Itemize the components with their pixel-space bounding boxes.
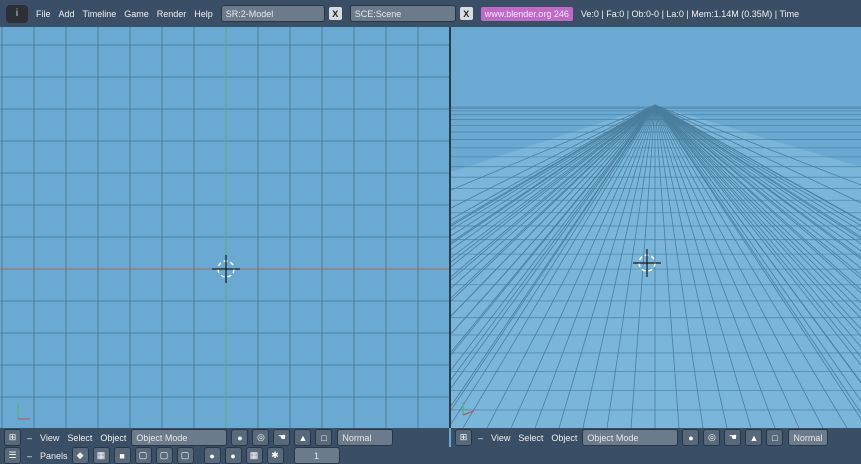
editor-type-icon[interactable]: ⊞	[4, 429, 21, 446]
object-context-icon[interactable]: ▢	[134, 447, 152, 464]
shading-label: Normal	[793, 432, 823, 443]
frame-counter[interactable]: 1	[293, 447, 340, 464]
mode-select[interactable]: Object Mode	[131, 429, 228, 446]
translate-icon[interactable]: ▲	[294, 429, 312, 446]
collapse-icon[interactable]: –	[478, 433, 483, 443]
screen-close-button[interactable]: X	[328, 7, 342, 20]
draw-type-icon[interactable]: ●	[682, 429, 700, 446]
logic-icon[interactable]: ◆	[71, 447, 89, 464]
menu-object[interactable]: Object	[551, 433, 577, 443]
screen-selector[interactable]: SR:2-Model	[220, 5, 325, 22]
menu-view[interactable]: View	[40, 433, 59, 443]
panels-label[interactable]: Panels	[40, 451, 68, 461]
editing-context-icon[interactable]: ▢	[155, 447, 173, 464]
layer-icon[interactable]: □	[315, 429, 333, 446]
menu-game[interactable]: Game	[124, 9, 149, 19]
collapse-icon[interactable]: –	[27, 451, 32, 461]
frame-value: 1	[314, 450, 320, 461]
mode-select[interactable]: Object Mode	[582, 429, 679, 446]
shading-select[interactable]: Normal	[337, 429, 394, 446]
menu-file[interactable]: File	[36, 9, 51, 19]
grid-lines	[0, 27, 449, 428]
scene-selector[interactable]: SCE:Scene	[349, 5, 456, 22]
menu-select[interactable]: Select	[67, 433, 92, 443]
draw-type-icon[interactable]: ●	[231, 429, 249, 446]
texture-icon[interactable]: ▦	[245, 447, 263, 464]
axis-gizmo-icon	[17, 404, 30, 420]
blender-logo-icon[interactable]: i	[6, 4, 28, 23]
menu-help[interactable]: Help	[194, 9, 213, 19]
pivot-icon[interactable]: ◎	[252, 429, 270, 446]
left-3d-viewport[interactable]	[0, 27, 449, 428]
scene-name: SCE:Scene	[354, 8, 402, 19]
blender-url-badge[interactable]: www.blender.org 246	[480, 6, 573, 21]
top-menu-bar: i File Add Timeline Game Render Help SR:…	[0, 0, 861, 27]
left-view-header: ⊞ – View Select Object Object Mode ● ◎ ☚…	[0, 428, 449, 447]
3d-cursor-icon	[212, 255, 240, 283]
layer-icon[interactable]: □	[766, 429, 784, 446]
perspective-grid	[451, 104, 861, 428]
menu-select[interactable]: Select	[518, 433, 543, 443]
buttons-window-header: ☰ – Panels ◆ ▦ ■ ▢ ▢ ▢ ● ● ▦ ✱ 1	[0, 447, 861, 464]
shading-label: Normal	[342, 432, 372, 443]
scene-context-icon[interactable]: ▢	[176, 447, 194, 464]
menu-timeline[interactable]: Timeline	[83, 9, 117, 19]
right-view-header: ⊞ – View Select Object Object Mode ● ◎ ☚…	[451, 428, 861, 447]
translate-icon[interactable]: ▲	[745, 429, 763, 446]
pivot-icon[interactable]: ◎	[703, 429, 721, 446]
menu-render[interactable]: Render	[157, 9, 187, 19]
mode-label: Object Mode	[136, 432, 188, 443]
menu-object[interactable]: Object	[100, 433, 126, 443]
menu-add[interactable]: Add	[59, 9, 75, 19]
collapse-icon[interactable]: –	[27, 433, 32, 443]
shading-context-icon[interactable]: ■	[113, 447, 131, 464]
ortho-grid	[0, 27, 449, 428]
right-3d-viewport[interactable]	[451, 27, 861, 428]
editor-type-icon[interactable]: ☰	[4, 447, 21, 464]
scene-stats: Ve:0 | Fa:0 | Ob:0-0 | La:0 | Mem:1.14M …	[580, 8, 800, 19]
manipulator-icon[interactable]: ☚	[724, 429, 742, 446]
shading-select[interactable]: Normal	[788, 429, 829, 446]
world-icon[interactable]: ✱	[266, 447, 284, 464]
mode-label: Object Mode	[587, 432, 639, 443]
script-icon[interactable]: ▦	[92, 447, 110, 464]
menu-view[interactable]: View	[491, 433, 510, 443]
screen-name: SR:2-Model	[225, 8, 274, 19]
scene-close-button[interactable]: X	[459, 7, 473, 20]
editor-type-icon[interactable]: ⊞	[455, 429, 472, 446]
material-icon[interactable]: ●	[224, 447, 242, 464]
lamp-icon[interactable]: ●	[203, 447, 221, 464]
manipulator-icon[interactable]: ☚	[273, 429, 291, 446]
